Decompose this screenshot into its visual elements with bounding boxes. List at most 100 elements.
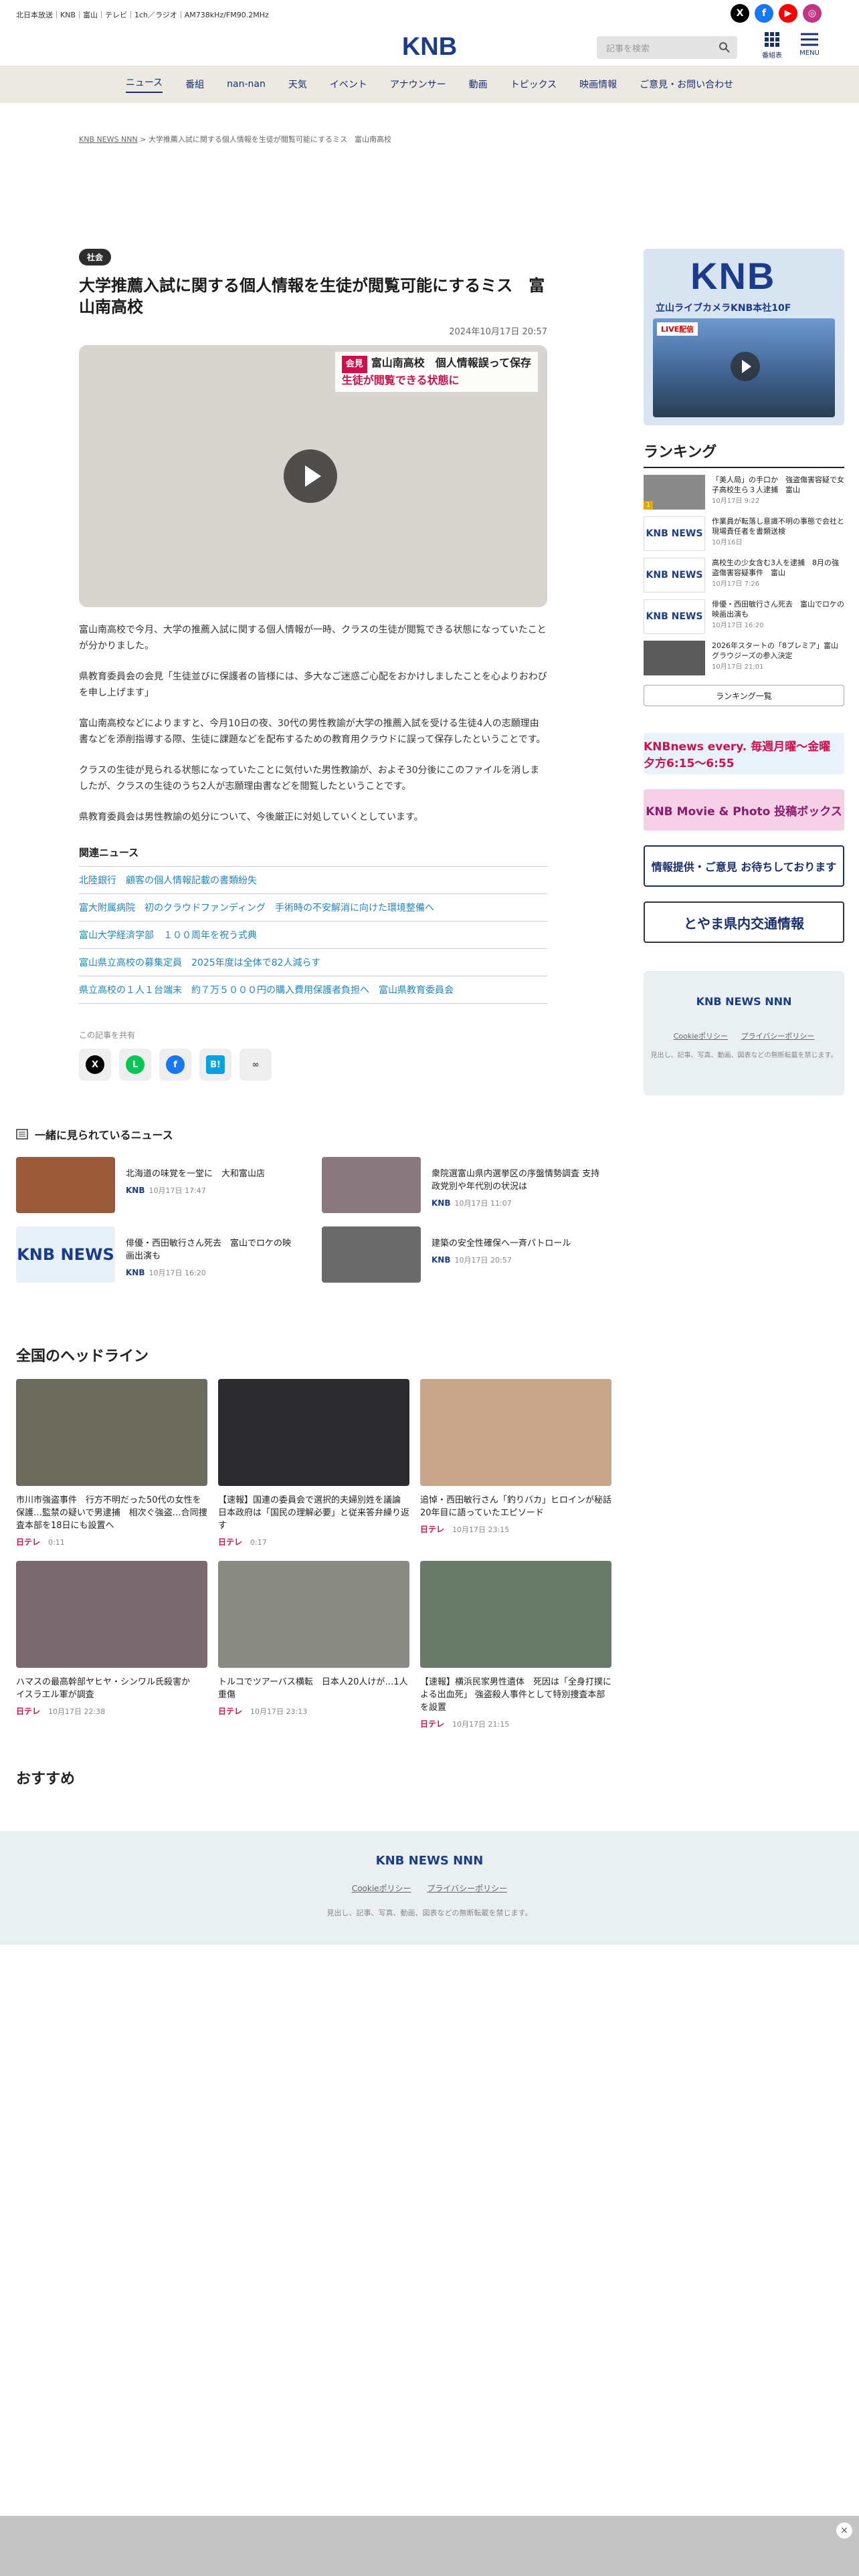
close-icon[interactable]: × bbox=[836, 2523, 852, 2539]
national-item-date: 10月17日 23:15 bbox=[452, 1525, 510, 1534]
ranking-item-title: 俳優・西田敏行さん死去 富山でロケの映画出演も bbox=[712, 600, 844, 619]
ranking-item[interactable]: KNB NEWS 俳優・西田敏行さん死去 富山でロケの映画出演も 10月17日 1… bbox=[644, 599, 844, 634]
national-item-title: ハマスの最高幹部ヤヒヤ・シンワル氏殺害か イスラエル軍が調査 bbox=[16, 1677, 199, 1700]
instagram-icon[interactable]: ◎ bbox=[803, 4, 822, 23]
ranking-item[interactable]: 2026年スタートの「8プレミア」富山グラウジーズの参入決定 10月17日 21:… bbox=[644, 641, 844, 675]
sidebar-copyright: 見出し、記事、写真、動画、図表などの無断転載を禁じます。 bbox=[650, 1052, 838, 1059]
svg-text:KNB: KNB bbox=[402, 33, 457, 60]
program-guide-button[interactable]: 番組表 bbox=[759, 29, 785, 60]
share-hatena-button[interactable]: B! bbox=[199, 1049, 231, 1081]
related-link[interactable]: 富大附属病院 初のクラウドファンディング 手術時の不安解消に向けた環境整備へ bbox=[79, 894, 547, 922]
together-item[interactable]: 衆院選富山県内選挙区の序盤情勢調査 支持政党別や年代別の状況は KNB 10月17日… bbox=[322, 1157, 605, 1213]
search-icon[interactable] bbox=[719, 41, 731, 53]
x-icon[interactable]: X bbox=[731, 4, 749, 23]
nav-announcers[interactable]: アナウンサー bbox=[390, 78, 446, 91]
nav-contact[interactable]: ご意見・お問い合わせ bbox=[640, 78, 733, 91]
video-caption-badge: 会見 bbox=[341, 356, 367, 373]
share-x-button[interactable]: X bbox=[79, 1049, 111, 1081]
facebook-icon[interactable]: f bbox=[755, 4, 773, 23]
ad-logo: KNB bbox=[690, 255, 776, 297]
national-item[interactable]: 追悼・西田敏行さん「釣りバカ」ヒロインが秘話 20年目に語っていたエピソード 日… bbox=[420, 1379, 620, 1547]
traffic-info-banner[interactable]: とやま県内交通情報 bbox=[644, 901, 844, 943]
breadcrumb-home[interactable]: KNB NEWS NNN bbox=[79, 135, 138, 144]
news-every-banner[interactable]: KNBnews every. 毎週月曜～金曜 夕方6:15～6:55 bbox=[644, 733, 844, 774]
search-placeholder: 記事を検索 bbox=[606, 43, 650, 54]
national-item-date: 10月17日 22:38 bbox=[48, 1707, 106, 1716]
ranking-item[interactable]: 1 「美人局」の手口か 強盗傷害容疑で女子高校生ら３人逮捕 富山 10月17日 9… bbox=[644, 475, 844, 510]
together-item-date: 10月17日 20:57 bbox=[454, 1256, 512, 1265]
national-item[interactable]: 市川市強盗事件 行方不明だった50代の女性を保護…監禁の疑いで男逮捕 相次ぐ強盗… bbox=[16, 1379, 207, 1547]
ranking-item[interactable]: KNB NEWS 高校生の少女含む3人を逮捕 8月の強盗傷害容疑事件 富山 10月… bbox=[644, 558, 844, 593]
source-label: KNB bbox=[432, 1198, 451, 1208]
grid-icon bbox=[765, 32, 779, 47]
together-news: 一緒に見られているニュース 北海道の味覚を一堂に 大和富山店 KNB 10月17日 … bbox=[16, 1126, 605, 1283]
article-title: 大学推薦入試に関する個人情報を生徒が閲覧可能にするミス 富山南高校 bbox=[79, 276, 545, 316]
live-badge: LIVE配信 bbox=[657, 322, 698, 336]
national-item[interactable]: トルコでツアーバス横転 日本人20人けが…1人重傷 日テレ 10月17日 23:1… bbox=[218, 1561, 409, 1729]
ranking-item-date: 10月17日 9:22 bbox=[712, 498, 760, 505]
sidebar-footer: KNB NEWS NNN Cookieポリシー プライバシーポリシー 見出し、記… bbox=[644, 971, 844, 1095]
share-heading: この記事を共有 bbox=[79, 1031, 136, 1040]
footer-logo: KNB NEWS NNN bbox=[375, 1854, 484, 1868]
source-label: 日テレ bbox=[420, 1719, 445, 1729]
source-label: 日テレ bbox=[16, 1707, 41, 1716]
national-headlines: 全国のヘッドライン 市川市強盗事件 行方不明だった50代の女性を保護…監禁の疑い… bbox=[16, 1344, 620, 1729]
national-item[interactable]: 【速報】国連の委員会で選択的夫婦別姓を議論 日本政府は「国民の理解必要」と従来答… bbox=[218, 1379, 409, 1547]
related-link[interactable]: 富山大学経済学部 １００周年を祝う式典 bbox=[79, 922, 547, 949]
nav-programs[interactable]: 番組 bbox=[185, 78, 204, 91]
nav-videos[interactable]: 動画 bbox=[469, 78, 488, 91]
nav-movies[interactable]: 映画情報 bbox=[579, 78, 617, 91]
together-heading: 一緒に見られているニュース bbox=[35, 1129, 173, 1142]
knb-logo[interactable]: KNB bbox=[396, 31, 463, 60]
related-list: 北陸銀行 顧客の個人情報記載の書類紛失 富大附属病院 初のクラウドファンディング… bbox=[79, 867, 547, 1004]
cookie-policy-link[interactable]: Cookieポリシー bbox=[674, 1032, 728, 1041]
share-line-button[interactable]: L bbox=[119, 1049, 151, 1081]
together-item[interactable]: KNB NEWS 俳優・西田敏行さん死去 富山でロケの映画出演も KNB 10月17… bbox=[16, 1226, 299, 1283]
youtube-icon[interactable]: ▶ bbox=[779, 4, 797, 23]
recommend-heading: おすすめ bbox=[16, 1771, 76, 1788]
source-label: KNB bbox=[432, 1255, 451, 1265]
nav-weather[interactable]: 天気 bbox=[288, 78, 307, 91]
bottom-ad-bar: × bbox=[0, 2516, 859, 2576]
search-input[interactable]: 記事を検索 bbox=[597, 36, 737, 59]
global-nav: ニュース 番組 nan-nan 天気 イベント アナウンサー 動画 トピックス … bbox=[0, 66, 859, 103]
footer-copyright: 見出し、記事、写真、動画、図表などの無断転載を禁じます。 bbox=[326, 1909, 533, 1917]
ranking-item-date: 10月16日 bbox=[712, 539, 743, 546]
nav-events[interactable]: イベント bbox=[330, 78, 367, 91]
ranking-item-title: 作業員が転落し意識不明の事態で会社と現場責任者を書類送検 bbox=[712, 517, 844, 536]
ranking-thumbnail: KNB NEWS bbox=[644, 558, 705, 593]
privacy-policy-link[interactable]: プライバシーポリシー bbox=[741, 1032, 815, 1041]
play-icon[interactable] bbox=[284, 449, 337, 503]
article: 社会 大学推薦入試に関する個人情報を生徒が閲覧可能にするミス 富山南高校 202… bbox=[79, 249, 547, 1081]
related-link[interactable]: 県立高校の１人１台端末 約７万５０００円の購入費用保護者負担へ 富山県教育委員会 bbox=[79, 976, 547, 1004]
national-item[interactable]: 【速報】横浜民家男性遺体 死因は「全身打撲による出血死」 強盗殺人事件として特別… bbox=[420, 1561, 611, 1729]
together-item-date: 10月17日 16:20 bbox=[149, 1269, 206, 1277]
video-player[interactable]: 会見 富山南高校 個人情報誤って保存 生徒が閲覧できる状態に bbox=[79, 345, 547, 607]
cookie-policy-link[interactable]: Cookieポリシー bbox=[352, 1884, 411, 1893]
share-facebook-button[interactable]: f bbox=[159, 1049, 191, 1081]
top-strip-text: 北日本放送｜KNB｜富山｜テレビ｜1ch／ラジオ｜AM738kHz/FM90.2… bbox=[16, 11, 269, 19]
related-link[interactable]: 北陸銀行 顧客の個人情報記載の書類紛失 bbox=[79, 867, 547, 894]
national-item[interactable]: ハマスの最高幹部ヤヒヤ・シンワル氏殺害か イスラエル軍が調査 日テレ 10月17日… bbox=[16, 1561, 207, 1729]
feedback-banner[interactable]: 情報提供・ご意見 お待ちしております bbox=[644, 845, 844, 887]
together-item[interactable]: 北海道の味覚を一堂に 大和富山店 KNB 10月17日 17:47 bbox=[16, 1157, 299, 1213]
national-item-date: 0:17 bbox=[250, 1538, 267, 1547]
menu-button[interactable]: MENU bbox=[796, 29, 823, 57]
article-paragraph: 富山南高校などによりますと、今月10日の夜、30代の男性教諭が大学の推薦入試を受… bbox=[79, 718, 546, 745]
breadcrumb-separator: > bbox=[140, 135, 147, 144]
privacy-policy-link[interactable]: プライバシーポリシー bbox=[427, 1884, 507, 1893]
nav-news[interactable]: ニュース bbox=[125, 76, 163, 93]
related-link[interactable]: 富山県立高校の募集定員 2025年度は全体で82人減らす bbox=[79, 949, 547, 976]
live-camera-ad[interactable]: KNB 立山ライブカメラKNB本社10F LIVE配信 bbox=[644, 249, 844, 425]
category-tag[interactable]: 社会 bbox=[79, 249, 112, 265]
nav-topics[interactable]: トピックス bbox=[510, 78, 557, 91]
together-item[interactable]: 建築の安全性確保へ一斉パトロール KNB 10月17日 20:57 bbox=[322, 1226, 605, 1283]
article-paragraph: 富山南高校で今月、大学の推薦入試に関する個人情報が一時、クラスの生徒が閲覧できる… bbox=[79, 625, 547, 651]
menu-label: MENU bbox=[799, 49, 820, 57]
ranking-list-button[interactable]: ランキング一覧 bbox=[644, 685, 844, 706]
submission-box-banner[interactable]: KNB Movie & Photo 投稿ボックス bbox=[644, 789, 844, 831]
nav-nan-nan[interactable]: nan-nan bbox=[227, 79, 266, 90]
together-item-date: 10月17日 17:47 bbox=[149, 1186, 206, 1195]
copy-link-button[interactable]: ∞ bbox=[240, 1049, 272, 1081]
ranking-item[interactable]: KNB NEWS 作業員が転落し意識不明の事態で会社と現場責任者を書類送検 10月… bbox=[644, 516, 844, 551]
